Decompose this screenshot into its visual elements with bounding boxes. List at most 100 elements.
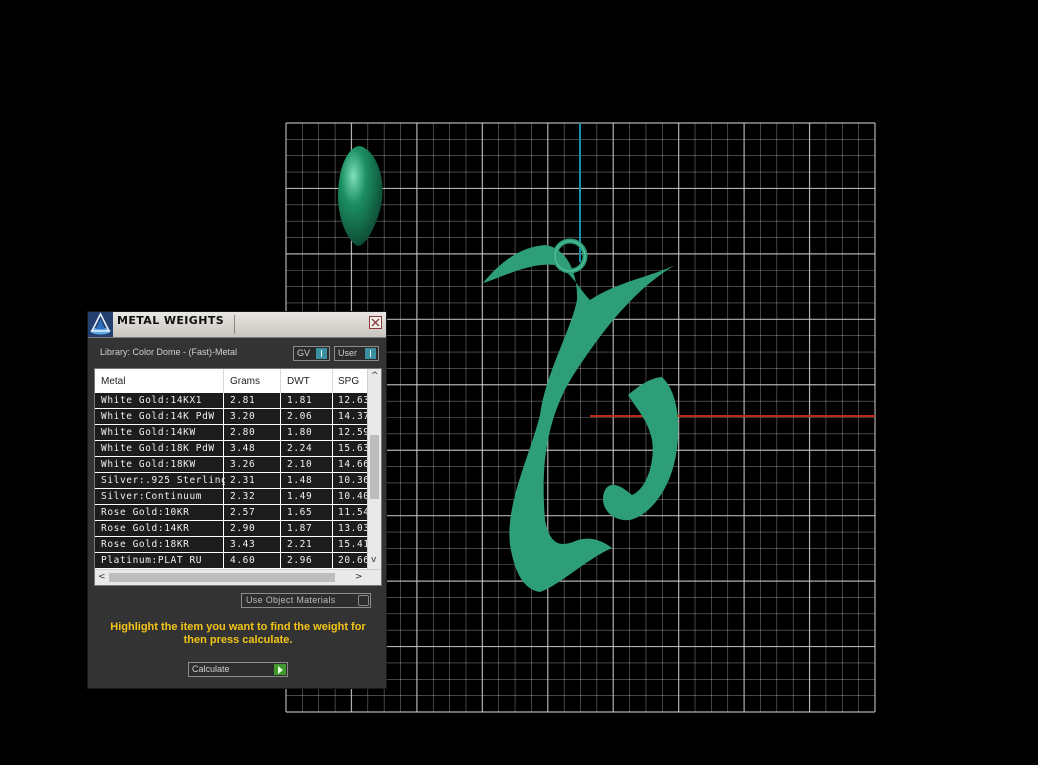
cell-spg: 10.40: [338, 491, 368, 502]
row-divider: [332, 553, 333, 568]
cell-grams: 2.80: [230, 427, 256, 438]
table-row[interactable]: Rose Gold:10KR 2.57 1.65 11.54: [95, 505, 368, 521]
cell-grams: 4.60: [230, 555, 256, 566]
cell-spg: 13.03: [338, 523, 368, 534]
column-divider: [332, 369, 333, 393]
gv-dropdown[interactable]: GV: [293, 346, 330, 361]
horizontal-scrollbar[interactable]: < >: [95, 569, 381, 585]
cell-dwt: 1.48: [287, 475, 313, 486]
column-header-metal[interactable]: Metal: [101, 376, 125, 387]
panel-titlebar[interactable]: METAL WEIGHTS: [88, 312, 386, 338]
table-header: Metal Grams DWT SPG: [95, 369, 367, 393]
row-divider: [280, 441, 281, 456]
metal-table: Metal Grams DWT SPG White Gold:14KX1 2.81…: [94, 368, 382, 586]
table-row[interactable]: Silver:Continuum 2.32 1.49 10.40: [95, 489, 368, 505]
dropdown-arrow-icon: [365, 348, 376, 359]
column-header-spg[interactable]: SPG: [338, 376, 359, 387]
close-button[interactable]: [369, 316, 382, 329]
cell-metal: Rose Gold:10KR: [101, 507, 190, 518]
cell-spg: 15.41: [338, 539, 368, 550]
cell-spg: 12.59: [338, 427, 368, 438]
table-row[interactable]: Rose Gold:14KR 2.90 1.87 13.03: [95, 521, 368, 537]
table-row[interactable]: White Gold:14KX1 2.81 1.81 12.63: [95, 393, 368, 409]
row-divider: [332, 425, 333, 440]
dropdown-knob-icon: [358, 595, 369, 606]
cell-dwt: 1.87: [287, 523, 313, 534]
cell-dwt: 2.10: [287, 459, 313, 470]
scroll-left-icon[interactable]: <: [98, 572, 106, 582]
row-divider: [332, 393, 333, 408]
row-divider: [280, 505, 281, 520]
scroll-right-icon[interactable]: >: [355, 572, 363, 582]
calculate-label: Calculate: [192, 664, 230, 674]
cell-metal: Platinum:PLAT RU: [101, 555, 203, 566]
cell-spg: 15.63: [338, 443, 368, 454]
row-divider: [332, 457, 333, 472]
table-row[interactable]: White Gold:14K PdW 3.20 2.06 14.37: [95, 409, 368, 425]
cell-spg: 11.54: [338, 507, 368, 518]
scroll-up-icon[interactable]: ^: [371, 371, 379, 381]
title-separator: [234, 315, 235, 334]
table-body: White Gold:14KX1 2.81 1.81 12.63 White Gold:…: [95, 393, 368, 569]
cell-metal: Silver:.925 Sterling: [101, 475, 225, 486]
library-label: Library: Color Dome - (Fast)-Metal: [100, 347, 238, 357]
row-divider: [332, 521, 333, 536]
table-row[interactable]: Silver:.925 Sterling 2.31 1.48 10.36: [95, 473, 368, 489]
row-divider: [280, 409, 281, 424]
cell-dwt: 2.21: [287, 539, 313, 550]
user-dropdown[interactable]: User: [334, 346, 379, 361]
row-divider: [280, 553, 281, 568]
cell-dwt: 2.06: [287, 411, 313, 422]
close-icon: [371, 318, 380, 327]
vertical-scrollbar[interactable]: ^ v: [367, 369, 381, 569]
cell-spg: 14.37: [338, 411, 368, 422]
table-row[interactable]: White Gold:18K PdW 3.48 2.24 15.63: [95, 441, 368, 457]
table-row[interactable]: White Gold:14KW 2.80 1.80 12.59: [95, 425, 368, 441]
object-materials-dropdown[interactable]: Use Object Materials: [241, 593, 371, 608]
table-row[interactable]: White Gold:18KW 3.26 2.10 14.66: [95, 457, 368, 473]
row-divider: [280, 489, 281, 504]
cell-dwt: 2.24: [287, 443, 313, 454]
cell-grams: 2.81: [230, 395, 256, 406]
cell-grams: 2.31: [230, 475, 256, 486]
row-divider: [280, 393, 281, 408]
row-divider: [280, 473, 281, 488]
pendant-loop: [602, 377, 679, 521]
user-dropdown-label: User: [338, 348, 358, 358]
cell-dwt: 1.81: [287, 395, 313, 406]
cell-spg: 20.66: [338, 555, 368, 566]
app-logo-icon: [88, 312, 113, 337]
calculate-button[interactable]: Calculate: [188, 662, 288, 677]
teardrop-gem: [338, 146, 383, 246]
horizontal-scroll-thumb[interactable]: [109, 573, 335, 582]
cell-spg: 14.66: [338, 459, 368, 470]
instructions-text: Highlight the item you want to find the …: [110, 621, 366, 646]
object-materials-label: Use Object Materials: [246, 595, 336, 605]
cell-grams: 2.32: [230, 491, 256, 502]
cell-metal: White Gold:18K PdW: [101, 443, 215, 454]
table-row[interactable]: Rose Gold:18KR 3.43 2.21 15.41: [95, 537, 368, 553]
column-divider: [223, 369, 224, 393]
vertical-scroll-thumb[interactable]: [370, 435, 379, 499]
scroll-down-icon[interactable]: v: [371, 555, 376, 565]
cell-dwt: 2.96: [287, 555, 313, 566]
cell-grams: 2.57: [230, 507, 256, 518]
cell-grams: 3.20: [230, 411, 256, 422]
metal-weights-panel: METAL WEIGHTS Library: Color Dome - (Fas…: [87, 311, 387, 689]
row-divider: [280, 457, 281, 472]
column-header-grams[interactable]: Grams: [230, 376, 260, 387]
cell-dwt: 1.80: [287, 427, 313, 438]
cell-grams: 3.26: [230, 459, 256, 470]
row-divider: [280, 537, 281, 552]
cell-metal: White Gold:18KW: [101, 459, 196, 470]
cell-dwt: 1.49: [287, 491, 313, 502]
cell-metal: Rose Gold:14KR: [101, 523, 190, 534]
table-row[interactable]: Platinum:PLAT RU 4.60 2.96 20.66: [95, 553, 368, 569]
row-divider: [332, 537, 333, 552]
cell-grams: 2.90: [230, 523, 256, 534]
cell-metal: White Gold:14KX1: [101, 395, 203, 406]
cell-spg: 10.36: [338, 475, 368, 486]
column-header-dwt[interactable]: DWT: [287, 376, 310, 387]
panel-title: METAL WEIGHTS: [117, 314, 225, 327]
row-divider: [280, 521, 281, 536]
